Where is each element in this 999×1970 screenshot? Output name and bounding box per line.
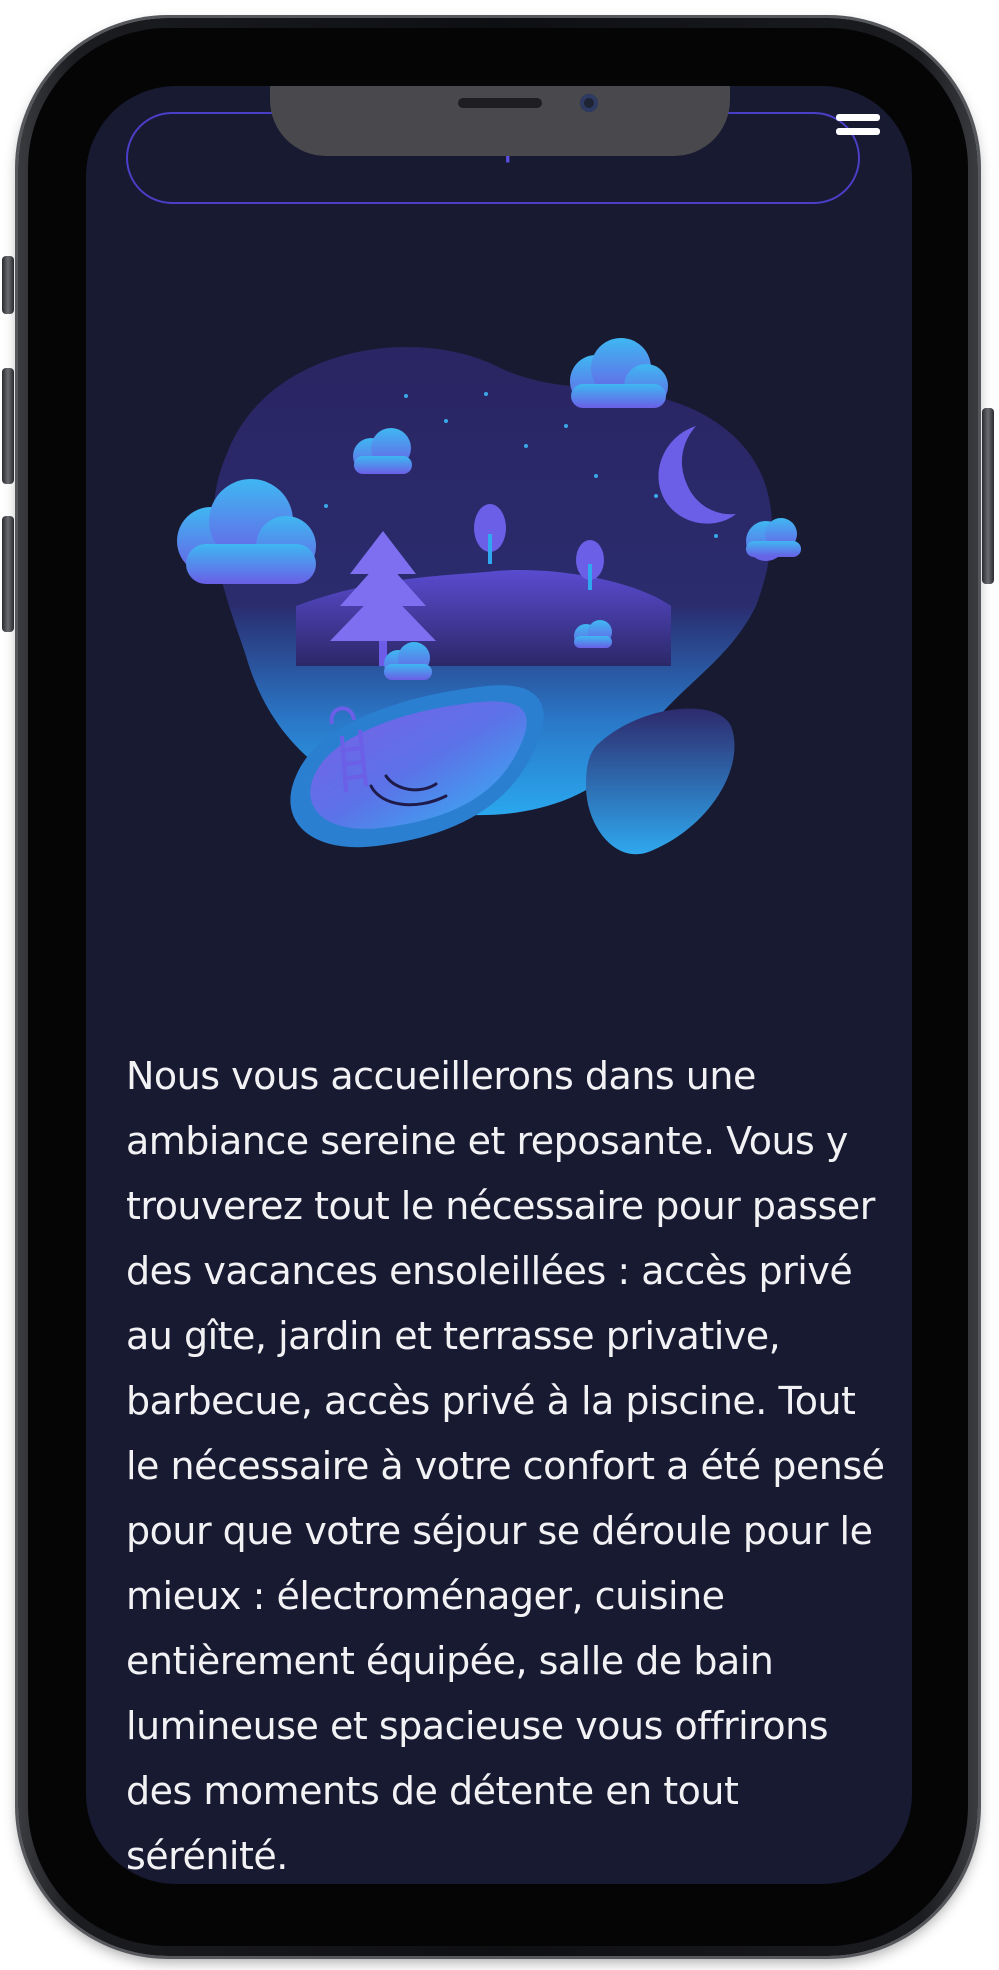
speaker-icon bbox=[458, 98, 542, 108]
cloud-top-right bbox=[570, 338, 668, 408]
camera-icon bbox=[580, 94, 598, 112]
description-text: Nous vous accueillerons dans une ambianc… bbox=[126, 1054, 885, 1878]
volume-down-button bbox=[2, 516, 14, 632]
hamburger-menu-icon[interactable] bbox=[836, 114, 880, 150]
volume-up-button bbox=[2, 368, 14, 484]
silent-switch bbox=[2, 256, 14, 314]
night-pool-illustration bbox=[177, 338, 801, 855]
power-button bbox=[982, 408, 994, 584]
phone-notch bbox=[270, 86, 730, 156]
screen: Voir les photos bbox=[86, 86, 912, 1884]
